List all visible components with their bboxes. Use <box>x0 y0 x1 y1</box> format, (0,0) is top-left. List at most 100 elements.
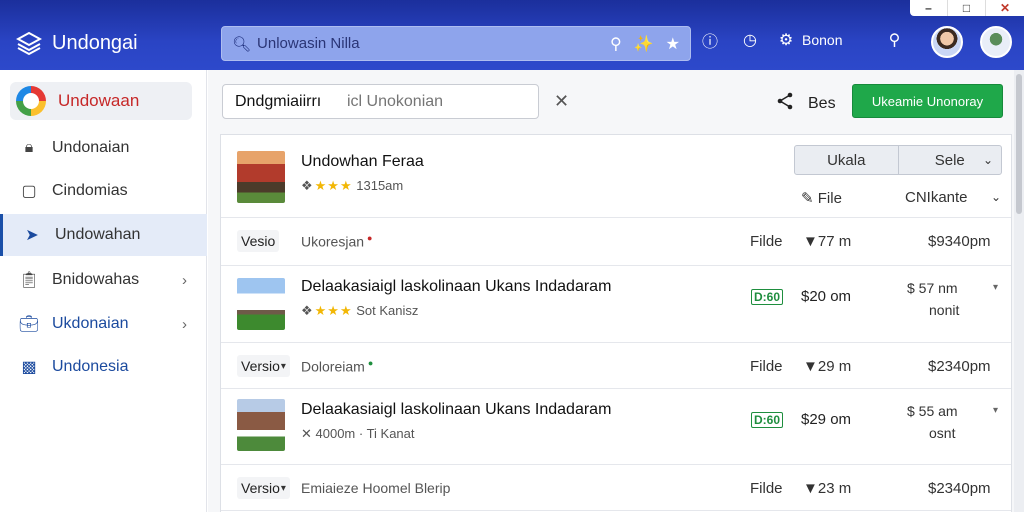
row-summary: $ 57 nm nonit <box>907 280 960 318</box>
sidebar-item-label: Undonesia <box>52 358 129 375</box>
results-list: Undowhan Feraa ❖ ★★★ 1315am Ukala Sele ⌄ … <box>220 134 1012 512</box>
vertical-scrollbar[interactable] <box>1014 70 1024 512</box>
sidebar-top-item[interactable]: Undowaan <box>10 82 192 120</box>
close-button[interactable]: ✕ <box>986 0 1024 16</box>
sidebar-item-cindomias[interactable]: ▢ Cindomias <box>0 171 207 211</box>
row-value: ▼23 m <box>803 480 852 497</box>
chevron-down-icon: ▾ <box>280 482 286 494</box>
version-tag[interactable]: Versio ▾ <box>237 477 290 499</box>
status-badge: D:60 <box>751 412 784 428</box>
listing-thumbnail <box>237 278 285 330</box>
chevron-right-icon: › <box>182 315 187 333</box>
rating-stars: ★★★ <box>314 303 353 318</box>
app-header: – □ ✕ Undongai 🔍︎ ⚲ ✨ ★ ⓘ ◷ ⚙ Bonon ⚲ <box>0 0 1024 70</box>
clear-icon[interactable]: ✕ <box>554 91 569 112</box>
filter-box[interactable]: ✕ <box>222 84 569 119</box>
file-filter[interactable]: ✎ File <box>801 189 842 207</box>
bag-icon: 💼︎ <box>18 316 40 333</box>
listing-title: Undowhan Feraa <box>301 153 424 170</box>
row-value: ▼77 m <box>803 233 852 250</box>
row-summary: $ 55 am osnt <box>907 403 958 441</box>
zoom-search-icon[interactable]: ⚲ <box>610 34 622 54</box>
gear-icon[interactable]: ⚙ <box>776 30 796 50</box>
chevron-down-icon: ▾ <box>280 360 286 372</box>
wand-icon[interactable]: ✨ <box>634 34 654 54</box>
clipboard-icon: 📋︎ <box>18 272 40 289</box>
share-icon <box>776 92 794 115</box>
share-control[interactable]: Bes <box>776 92 836 115</box>
pin-icon: ❖ <box>301 178 313 193</box>
row-value: ▼29 m <box>803 358 852 375</box>
filter-hint-input[interactable] <box>347 92 554 111</box>
sidebar-item-bnidowahas[interactable]: 📋︎ Bnidowahas › <box>0 260 207 300</box>
help-icon[interactable]: ⓘ <box>700 30 720 51</box>
chevron-right-icon: › <box>182 271 187 289</box>
row-text: Doloreiam ● <box>301 358 374 375</box>
table-row[interactable]: Delaakasiaigl laskolinaan Ukans Indadara… <box>221 389 1011 465</box>
header-icons: ⓘ ◷ ⚙ Bonon ⚲ <box>700 30 904 51</box>
sidebar-item-undonaian[interactable]: 🔒︎ Undonaian <box>0 128 207 168</box>
version-tag[interactable]: Versio ▾ <box>237 355 290 377</box>
version-tag[interactable]: Vesio <box>237 230 280 252</box>
expand-icon[interactable]: ▾ <box>993 405 998 416</box>
scrollbar-thumb[interactable] <box>1016 74 1022 214</box>
app-brand[interactable]: Undongai <box>16 30 138 56</box>
row-price: $2340pm <box>928 358 991 375</box>
main-content: ✕ Bes Ukeamie Unonoray Undowhan Feraa ❖★… <box>208 70 1014 512</box>
minimize-button[interactable]: – <box>910 0 948 16</box>
status-dot: ● <box>367 233 373 243</box>
chevron-down-icon[interactable]: ⌄ <box>983 153 993 167</box>
status-badge: D:60 <box>751 289 784 305</box>
share-label: Bes <box>808 94 836 112</box>
table-row[interactable]: Delaakasiaigl laskolinaan Ukans Indadara… <box>221 266 1011 343</box>
sort-select[interactable]: CNIkante <box>905 189 968 206</box>
listing-rating: ❖ ★★★ 1315am <box>301 178 404 193</box>
listing-title: Delaakasiaigl laskolinaan Ukans Indadara… <box>301 401 612 418</box>
sidebar-item-label: Undonaian <box>52 139 130 156</box>
layers-icon <box>16 30 42 56</box>
brand-logo-icon <box>16 86 46 116</box>
listing-thumbnail <box>237 151 285 203</box>
chevron-down-icon[interactable]: ⌄ <box>991 190 1001 204</box>
lock-icon: 🔒︎ <box>24 139 34 156</box>
pin-icon: ❖ <box>301 303 313 318</box>
row-file: Filde <box>750 480 783 497</box>
sidebar-top-label: Undowaan <box>58 91 140 110</box>
square-icon: ▢ <box>21 183 37 200</box>
maximize-button[interactable]: □ <box>948 0 986 16</box>
user-avatar[interactable] <box>931 26 963 58</box>
sidebar-item-undonesia[interactable]: ▩ Undonesia <box>0 347 207 387</box>
sidebar-item-ukdonaian[interactable]: 💼︎ Ukdonaian › <box>0 304 207 344</box>
row-price: $29 om <box>801 411 852 428</box>
list-header-row[interactable]: Undowhan Feraa ❖ ★★★ 1315am Ukala Sele ⌄ … <box>221 135 1011 218</box>
listing-meta: ✕ 4000m · Ti Kanat <box>301 426 415 441</box>
file-icon: ✎ <box>801 190 814 207</box>
sidebar-item-undowahan[interactable]: ➤ Undowahan <box>0 214 207 256</box>
zoom-icon[interactable]: ⚲ <box>884 30 904 50</box>
row-price: $2340pm <box>928 480 991 497</box>
table-row[interactable]: Versio ▾ Doloreiam ● Filde ▼29 m $2340pm <box>221 343 1011 389</box>
star-icon[interactable]: ★ <box>666 34 680 54</box>
table-row[interactable]: Versio ▾ Emiaieze Hoomel Blerip Filde ▼23… <box>221 465 1011 511</box>
chart-icon: ▩ <box>21 359 37 376</box>
view-segment: Ukala Sele ⌄ <box>794 145 1002 175</box>
sidebar-item-label: Undowahan <box>55 226 141 243</box>
rating-stars: ★★★ <box>314 178 353 193</box>
status-dot: ● <box>367 358 374 368</box>
listing-rating: ❖ ★★★ Sot Kanisz <box>301 303 419 318</box>
table-row[interactable]: Vesio Ukoresjan ● Filde ▼77 m $9340pm <box>221 218 1011 266</box>
search-input[interactable] <box>257 35 611 52</box>
filter-input[interactable] <box>235 92 347 111</box>
sidebar-item-label: Bnidowahas <box>52 271 140 288</box>
primary-action-button[interactable]: Ukeamie Unonoray <box>852 84 1003 118</box>
row-text: Emiaieze Hoomel Blerip <box>301 480 451 496</box>
user-label[interactable]: Bonon <box>802 32 842 48</box>
secondary-avatar[interactable] <box>980 26 1012 58</box>
global-search[interactable]: 🔍︎ ⚲ ✨ ★ <box>221 26 691 61</box>
search-tools: ⚲ ✨ ★ <box>610 34 680 54</box>
segment-left[interactable]: Ukala <box>795 146 899 174</box>
clock-icon[interactable]: ◷ <box>740 30 760 50</box>
listing-thumbnail <box>237 399 285 451</box>
expand-icon[interactable]: ▾ <box>993 282 998 293</box>
row-price: $20 om <box>801 288 852 305</box>
